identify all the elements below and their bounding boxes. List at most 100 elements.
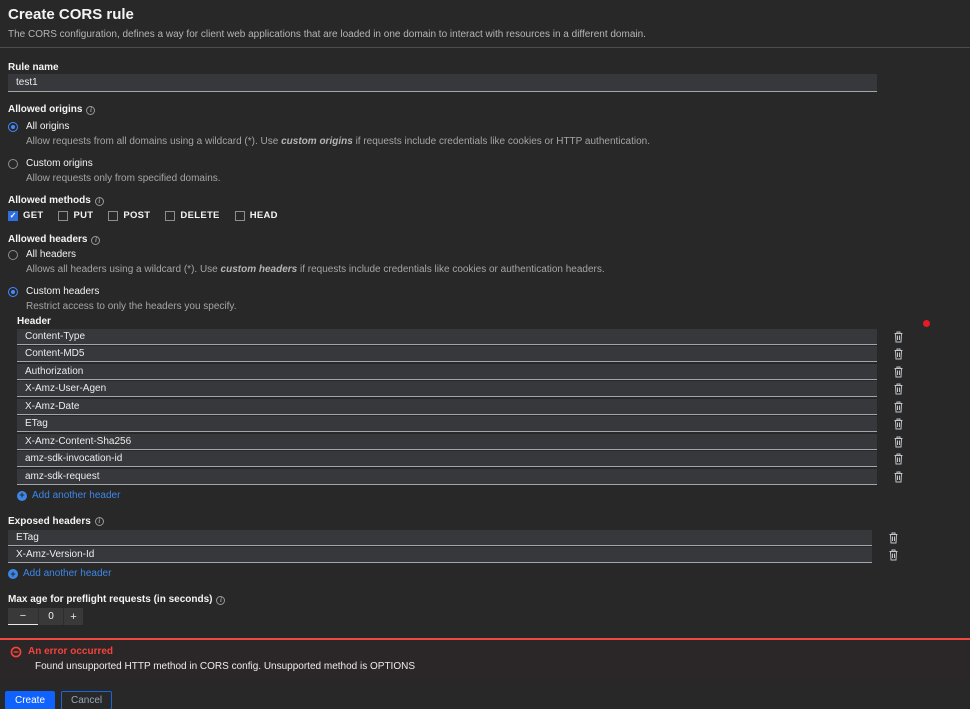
radio-label: All headers [26,249,76,261]
info-icon[interactable]: i [91,236,100,245]
cancel-button[interactable]: Cancel [61,691,112,709]
add-exposed-header-link[interactable]: + Add another header [8,568,970,580]
header-row [17,399,970,415]
plus-icon: + [8,569,18,579]
max-age-label-text: Max age for preflight requests (in secon… [8,594,212,606]
error-notification: An error occurred Found unsupported HTTP… [0,638,970,682]
radio-custom-headers[interactable]: Custom headers [8,286,970,298]
delete-header-button[interactable] [888,531,899,544]
radio-label: Custom headers [26,286,99,298]
header-row [8,547,970,563]
all-origins-description: Allow requests from all domains using a … [26,136,970,148]
header-input[interactable] [17,434,877,450]
header-row [17,434,970,450]
checkbox-label: GET [23,210,43,221]
checkbox-icon[interactable]: ✓ [8,211,18,221]
max-age-value[interactable]: 0 [38,608,64,625]
checkbox-icon[interactable] [108,211,118,221]
exposed-header-input[interactable] [8,530,872,546]
add-header-link-label: Add another header [32,490,120,502]
pointer-annotation-dot [923,320,930,327]
create-cors-rule-page: { "page": { "title": "Create CORS rule",… [0,0,970,709]
header-input[interactable] [17,346,877,362]
radio-button-icon[interactable] [8,159,18,169]
custom-headers-list: Header [17,316,970,502]
header-row [17,451,970,467]
checkbox-icon[interactable] [165,211,175,221]
create-button[interactable]: Create [5,691,55,709]
info-icon[interactable]: i [95,517,104,526]
allowed-origins-label-text: Allowed origins [8,104,82,116]
header-input[interactable] [17,399,877,415]
header-row [8,530,970,546]
checkbox-post[interactable]: POST [108,210,150,221]
delete-header-button[interactable] [893,418,904,431]
allowed-headers-label: Allowed headers i [8,234,970,246]
header-row [17,329,970,345]
delete-header-button[interactable] [888,549,899,562]
checkbox-label: DELETE [180,210,219,221]
header-row [17,346,970,362]
info-icon[interactable]: i [86,106,95,115]
delete-header-button[interactable] [893,348,904,361]
rule-name-label: Rule name [8,62,970,74]
delete-header-button[interactable] [893,330,904,343]
error-header: An error occurred [10,646,970,658]
desc-text: if requests include credentials like coo… [353,136,650,147]
checkbox-get[interactable]: ✓ GET [8,210,43,221]
radio-button-icon[interactable] [8,122,18,132]
delete-header-button[interactable] [893,453,904,466]
desc-text: if requests include credentials like coo… [297,264,604,275]
add-header-link[interactable]: + Add another header [17,490,970,502]
header-input[interactable] [17,469,877,485]
increment-button[interactable]: + [64,608,83,625]
radio-label: Custom origins [26,158,93,170]
trash-icon [893,348,904,360]
header-input[interactable] [17,329,877,345]
radio-all-headers[interactable]: All headers [8,249,970,261]
checkbox-put[interactable]: PUT [58,210,93,221]
desc-text: Allow requests from all domains using a … [26,136,281,147]
trash-icon [893,418,904,430]
plus-icon: + [17,491,27,501]
exposed-headers-label-text: Exposed headers [8,516,91,528]
delete-header-button[interactable] [893,470,904,483]
info-icon[interactable]: i [216,596,225,605]
decrement-button[interactable]: − [8,608,38,625]
exposed-headers-list: + Add another header [8,530,970,581]
desc-emphasis: custom headers [221,264,298,275]
desc-text: Allows all headers using a wildcard (*).… [26,264,221,275]
info-icon[interactable]: i [95,197,104,206]
trash-icon [893,383,904,395]
radio-button-icon[interactable] [8,250,18,260]
checkbox-icon[interactable] [235,211,245,221]
radio-custom-origins[interactable]: Custom origins [8,158,970,170]
checkbox-head[interactable]: HEAD [235,210,278,221]
header-input[interactable] [17,381,877,397]
header-input[interactable] [17,364,877,380]
trash-icon [893,436,904,448]
radio-button-icon[interactable] [8,287,18,297]
error-icon [10,646,22,658]
delete-header-button[interactable] [893,383,904,396]
header-row [17,469,970,485]
trash-icon [893,453,904,465]
form-actions: Create Cancel [5,691,970,709]
header-input[interactable] [17,416,877,432]
rule-name-input[interactable] [8,74,877,92]
exposed-header-input[interactable] [8,547,872,563]
header-input[interactable] [17,451,877,467]
allowed-methods-label-text: Allowed methods [8,195,91,207]
all-headers-description: Allows all headers using a wildcard (*).… [26,264,970,276]
desc-emphasis: custom origins [281,136,353,147]
trash-icon [893,401,904,413]
radio-all-origins[interactable]: All origins [8,121,970,133]
delete-header-button[interactable] [893,365,904,378]
checkbox-delete[interactable]: DELETE [165,210,219,221]
checkbox-label: POST [123,210,150,221]
delete-header-button[interactable] [893,435,904,448]
allowed-methods-group: ✓ GET PUT POST DELETE HEAD [8,210,970,221]
delete-header-button[interactable] [893,400,904,413]
custom-headers-description: Restrict access to only the headers you … [26,301,970,313]
checkbox-icon[interactable] [58,211,68,221]
